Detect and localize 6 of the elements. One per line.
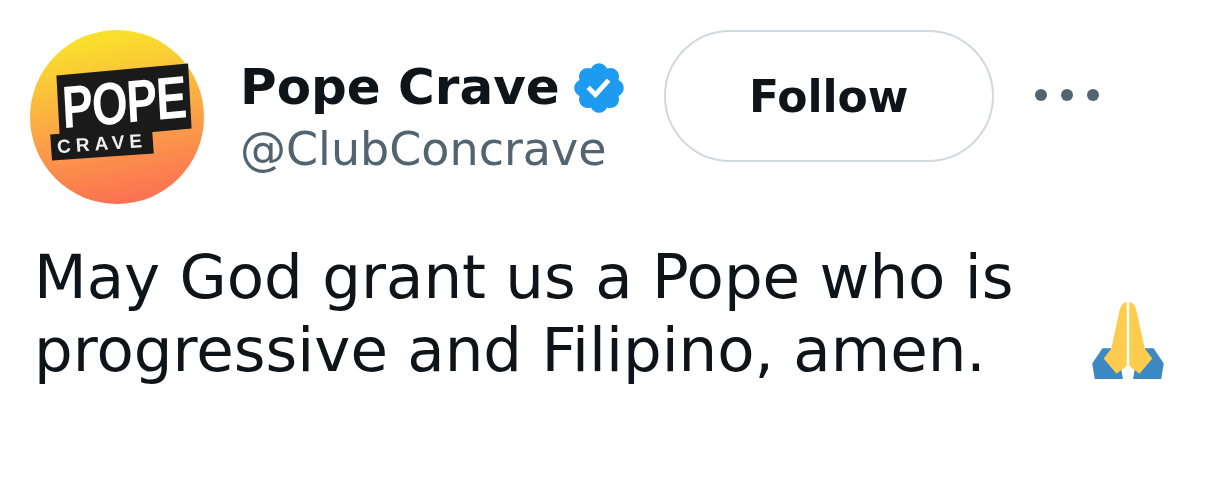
avatar-logo[interactable]: POPE CRAVE <box>30 30 204 204</box>
follow-button[interactable]: Follow <box>663 30 994 162</box>
tweet-text: May God grant us a Pope who is progressive and Filipino, amen. <box>34 240 1015 387</box>
author-name[interactable]: Pope Crave <box>240 58 560 117</box>
author-handle[interactable]: @ClubConcrave <box>240 122 628 176</box>
more-options-icon[interactable] <box>1033 88 1100 102</box>
